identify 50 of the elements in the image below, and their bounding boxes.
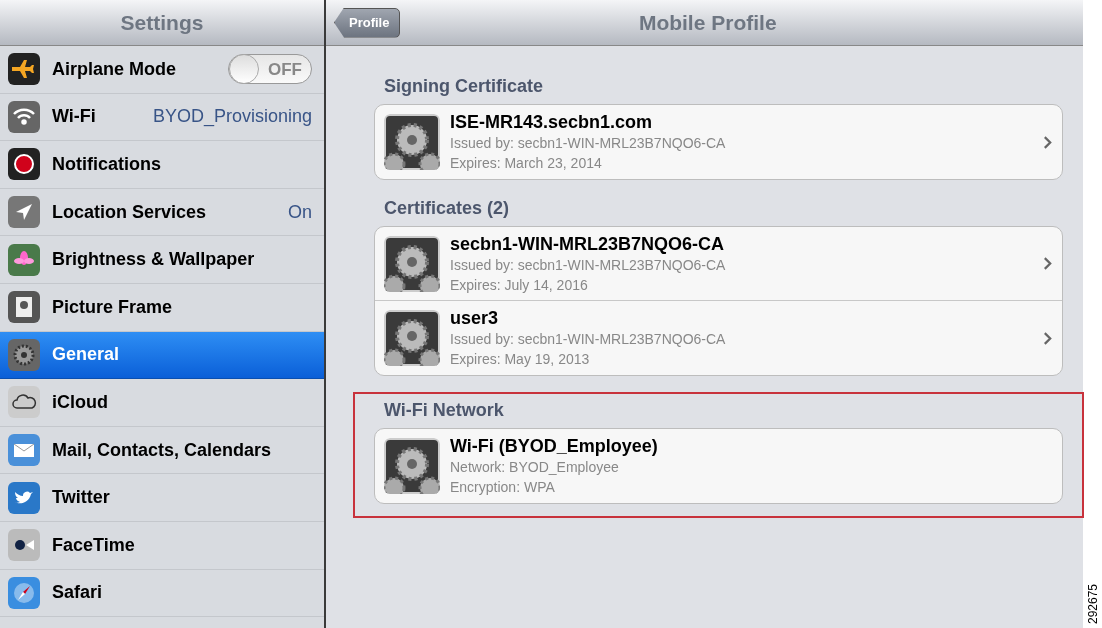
item-detail: Network: BYOD_Employee [450,458,620,477]
settings-label: Picture Frame [52,295,173,319]
item-detail: Issued by: secbn1-WIN-MRL23B7NQO6-CA [450,134,727,153]
item-detail: Issued by: secbn1-WIN-MRL23B7NQO6-CA [450,330,727,349]
section-heading: Signing Certificate [383,75,545,98]
compass-icon [8,576,40,609]
figure-number: 292675 [1084,583,1101,624]
settings-label: Safari [52,581,103,605]
flower-icon [8,243,40,276]
gear-icon [384,235,440,292]
bird-icon [8,481,40,514]
settings-label: Brightness & Wallpaper [52,248,255,272]
toggle-state: OFF [267,58,303,81]
toggle-knob [229,54,259,85]
gear-icon [384,310,440,366]
settings-label: Mail, Contacts, Calendars [52,438,272,462]
airplane-icon [8,53,40,86]
settings-row[interactable]: General [0,331,324,380]
settings-label: Airplane Mode [52,57,176,81]
item-detail: Issued by: secbn1-WIN-MRL23B7NQO6-CA [450,255,727,275]
item-title: Wi-Fi (BYOD_Employee) [450,435,659,457]
gear-icon [384,438,440,494]
item-detail: Encryption: WPA [450,478,556,497]
settings-label: Location Services [52,200,207,224]
item-detail: Expires: March 23, 2014 [450,154,603,173]
envelope-icon [8,434,40,467]
settings-icon [8,338,40,371]
settings-label: FaceTime [52,533,135,557]
item-title: secbn1-WIN-MRL23B7NQO6-CA [450,232,726,255]
settings-label: iCloud [52,390,108,414]
settings-label: Notifications [52,153,161,176]
settings-label: Wi-Fi [52,105,96,129]
setting-value: On [288,200,312,224]
sidebar-title: Settings [120,9,204,36]
cloud-icon [8,386,40,419]
notifications-icon [8,148,40,181]
navigation-title: Mobile Profile [637,9,778,36]
gear-icon [384,114,440,170]
item-detail: Expires: July 14, 2016 [450,275,589,295]
item-title: ISE-MR143.secbn1.com [450,111,654,133]
settings-label: Twitter [52,486,110,510]
video-camera-icon [8,529,40,562]
picture-frame-icon [8,291,40,324]
settings-label: General [52,343,120,367]
wifi-icon [8,100,40,133]
section-heading: Certificates (2) [383,197,511,220]
section-heading: Wi-Fi Network [383,399,505,422]
setting-value: BYOD_Provisioning [152,105,312,129]
item-title: user3 [450,307,500,329]
item-detail: Expires: May 19, 2013 [450,350,591,369]
